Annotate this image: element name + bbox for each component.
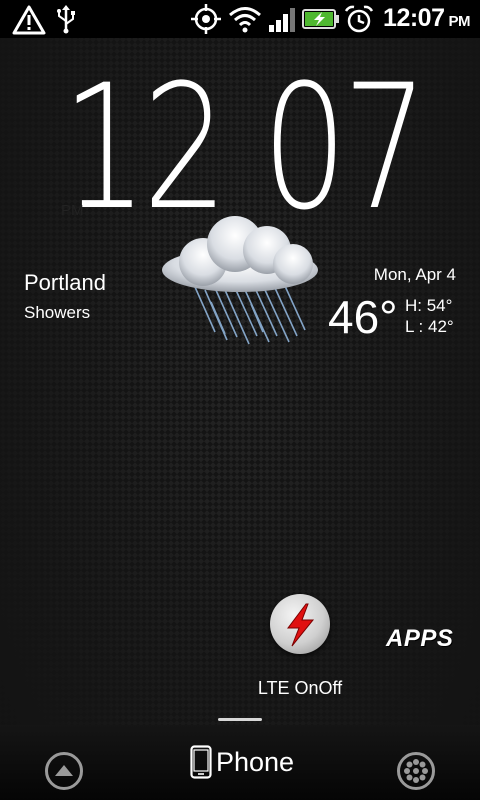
clock-ampm: PM: [61, 202, 84, 219]
weather-high: H: 54°: [405, 296, 453, 315]
apps-button[interactable]: APPS: [386, 625, 453, 653]
weather-low: L : 42°: [405, 317, 454, 336]
weather-city: Portland: [24, 270, 106, 295]
rain-cloud-icon: [162, 216, 318, 345]
signal-icon: [269, 8, 295, 32]
lte-onoff-shortcut[interactable]: LTE OnOff: [230, 590, 370, 705]
status-time-value: 12:07: [383, 4, 445, 32]
app-drawer-button[interactable]: [45, 752, 83, 790]
phone-label: Phone: [216, 747, 295, 777]
lte-app-icon[interactable]: [270, 594, 330, 654]
warning-icon: [12, 5, 46, 35]
gps-icon: [191, 4, 221, 34]
lte-onoff-label: LTE OnOff: [257, 678, 343, 698]
phone-icon: [190, 745, 212, 779]
alarm-icon: [344, 5, 374, 33]
personalize-icon: [404, 759, 428, 783]
battery-charging-icon: [302, 9, 339, 29]
weather-temperature: 46°: [328, 291, 398, 343]
status-bar[interactable]: 12:07 PM: [0, 0, 480, 38]
dock: Phone: [0, 725, 480, 800]
weather-date: Mon, Apr 4: [373, 265, 456, 284]
status-time: 12:07 PM: [383, 4, 470, 33]
dock-handle[interactable]: [218, 718, 262, 721]
usb-icon: [57, 5, 75, 34]
clock-hours: 12: [62, 47, 228, 248]
clock-minutes: 07: [262, 47, 428, 248]
up-arrow-icon: [55, 765, 73, 776]
clock-widget[interactable]: 12 07 PM: [0, 47, 480, 248]
status-time-ampm: PM: [448, 13, 471, 30]
weather-condition: Showers: [24, 303, 91, 322]
personalize-button[interactable]: [397, 752, 435, 790]
lightning-icon: [287, 603, 315, 647]
wifi-icon: [229, 7, 261, 33]
